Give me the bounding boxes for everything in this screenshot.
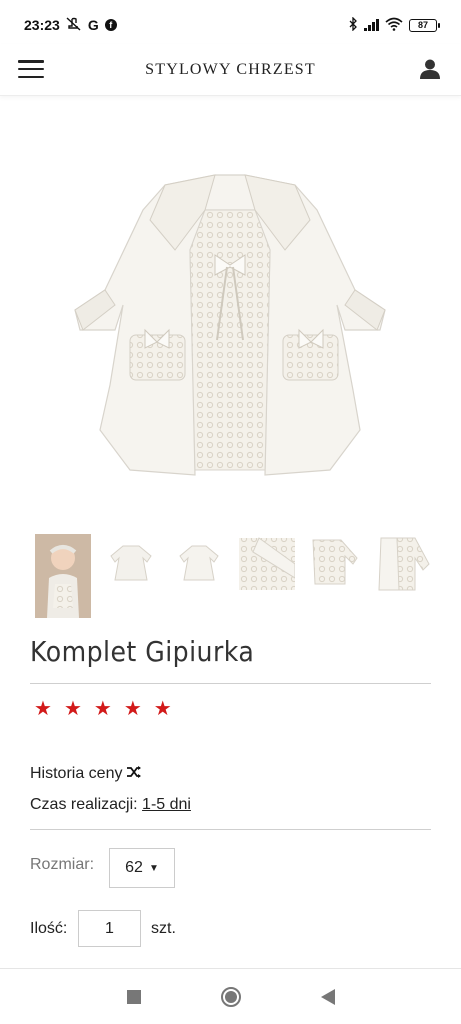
thumbnail-baby-photo[interactable] — [35, 534, 91, 618]
product-main-image[interactable] — [55, 130, 405, 490]
price-history-label: Historia ceny — [30, 765, 123, 782]
rating-stars: ★ ★ ★ ★ ★ — [34, 699, 172, 719]
info-divider — [30, 829, 431, 830]
size-label: Rozmiar: — [30, 856, 95, 873]
back-triangle-icon[interactable] — [320, 988, 335, 1005]
product-title: Komplet Gipiurka — [30, 635, 255, 668]
quantity-unit: szt. — [151, 920, 176, 937]
thumbnail-dress-back[interactable] — [171, 534, 227, 618]
home-circle-icon[interactable] — [220, 986, 241, 1007]
user-icon[interactable] — [419, 58, 441, 80]
hamburger-menu-icon[interactable] — [18, 58, 44, 80]
bluetooth-icon — [348, 16, 358, 33]
facebook-icon: f — [104, 19, 117, 31]
thumbnail-coat-detail[interactable] — [375, 534, 431, 618]
brand-logo[interactable]: STYLOWY CHRZEST — [145, 61, 316, 79]
quantity-label: Ilość: — [30, 920, 68, 937]
lead-time-link[interactable]: 1-5 dni — [142, 796, 191, 813]
shuffle-icon — [126, 765, 142, 783]
thumbnail-dress-front[interactable] — [103, 534, 159, 618]
title-divider — [30, 683, 431, 684]
wifi-icon — [385, 17, 403, 33]
google-icon: G — [87, 17, 99, 33]
star-icon: ★ — [34, 698, 52, 720]
thumbnail-sleeve-detail[interactable] — [239, 534, 295, 618]
recents-square-icon[interactable] — [126, 989, 141, 1004]
status-bar: 23:23 G f 87 — [0, 0, 461, 50]
battery-icon: 87 — [409, 18, 440, 32]
status-time: 23:23 — [24, 17, 60, 33]
lead-time: Czas realizacji: 1-5 dni — [30, 796, 191, 814]
site-header: STYLOWY CHRZEST — [0, 44, 461, 96]
mute-icon — [66, 17, 82, 33]
chevron-down-icon: ▼ — [148, 862, 159, 874]
status-left: 23:23 G f — [24, 17, 117, 33]
status-right: 87 — [348, 16, 440, 33]
star-icon: ★ — [93, 698, 112, 720]
quantity-input[interactable] — [78, 910, 141, 947]
thumbnail-strip — [35, 534, 435, 618]
price-history-link[interactable]: Historia ceny — [30, 765, 142, 783]
thumbnail-lace-detail[interactable] — [307, 534, 363, 618]
lead-time-label: Czas realizacji: — [30, 796, 138, 813]
star-icon: ★ — [153, 698, 172, 720]
star-icon: ★ — [123, 698, 142, 720]
size-value: 62 — [125, 859, 143, 876]
star-icon: ★ — [63, 698, 82, 720]
size-select[interactable]: 62 ▼ — [109, 848, 175, 888]
system-nav-bar — [0, 968, 461, 1024]
signal-icon — [364, 19, 379, 31]
